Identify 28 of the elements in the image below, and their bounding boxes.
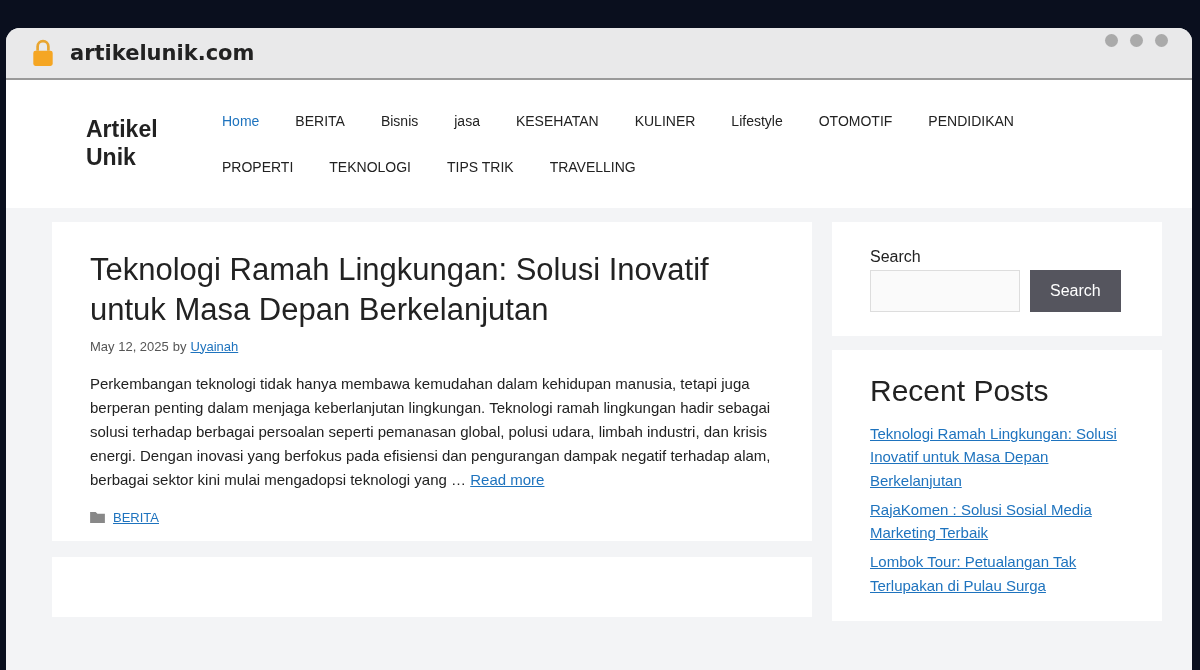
widget-title: Recent Posts [870, 374, 1050, 408]
post-date: May 12, 2025 [90, 338, 169, 354]
nav-link[interactable]: PENDIDIKAN [910, 113, 1032, 129]
nav-link[interactable]: TRAVELLING [531, 159, 654, 175]
recent-post-link[interactable]: Lombok Tour: Petualangan Tak Terlupakan di Pulau Surga [870, 550, 1124, 597]
search-label: Search [870, 248, 922, 266]
nav-link[interactable]: TEKNOLOGI [311, 159, 429, 175]
nav-link[interactable]: jasa [436, 113, 498, 129]
nav-link[interactable]: KULINER [616, 113, 714, 129]
nav-link[interactable]: PROPERTI [204, 159, 312, 175]
search-button[interactable]: Search [1030, 270, 1121, 312]
article-excerpt: Perkembangan teknologi tidak hanya membawa kemudahan dalam kehidupan manusia, tetapi juga berperan penting dalam menjaga keberlanjutan lingkungan. Teknologi ramah lingkungan hadir sebagai solusi terhadap berbagai persoalan seperti pemanasan global, polusi udara, limbah industri, dan krisis energi. Dengan inovasi yang berfokus pada efisiensi dan pengurangan dampak negatif terhadap alam, berbagai sektor kini mulai mengadopsi teknologi yang … Read more [90, 373, 772, 490]
nav-link[interactable]: Home [204, 113, 278, 129]
author-link[interactable]: Uyainah [190, 338, 239, 354]
category-link[interactable]: BERITA [113, 509, 159, 525]
nav-link[interactable]: BERITA [277, 113, 363, 129]
recent-post-link[interactable]: Teknologi Ramah Lingkungan: Solusi Inovatif untuk Masa Depan Berkelanjutan [870, 422, 1124, 492]
byline-text: by [172, 338, 187, 354]
read-more-link[interactable]: Read more [470, 470, 545, 488]
site-title[interactable]: Artikel Unik [86, 116, 176, 172]
nav-link[interactable]: Lifestyle [713, 113, 801, 129]
recent-post-link[interactable]: RajaKomen : Solusi Sosial Media Marketing Terbaik [870, 497, 1124, 545]
nav-link[interactable]: KESEHATAN [497, 113, 617, 129]
nav-link[interactable]: OTOMOTIF [800, 113, 911, 129]
nav-link[interactable]: Bisnis [362, 113, 437, 129]
article-title[interactable]: Teknologi Ramah Lingkungan: Solusi Inovatif untuk Masa Depan Berkelanjutan [90, 250, 776, 331]
nav-link[interactable]: TIPS TRIK [429, 159, 532, 175]
url-text[interactable]: artikelunik.com [70, 41, 255, 65]
